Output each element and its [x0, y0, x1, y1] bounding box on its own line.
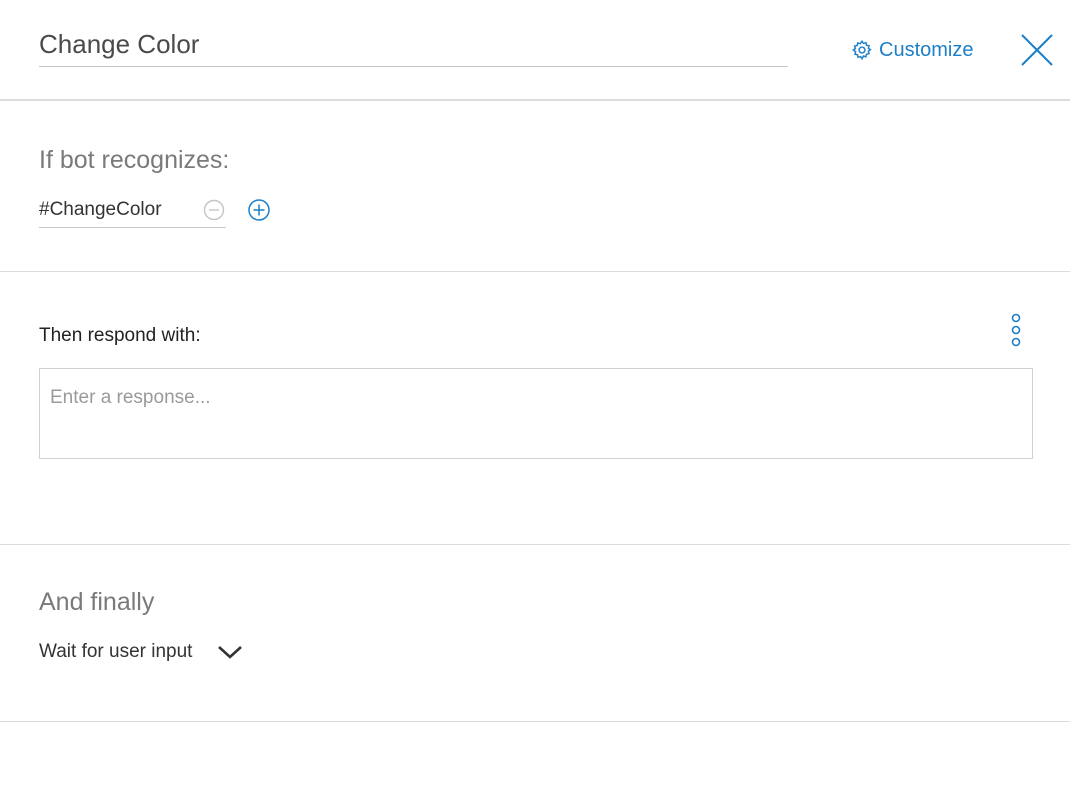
close-icon — [1021, 34, 1053, 66]
response-box — [39, 368, 1033, 459]
plus-circle-icon — [248, 199, 270, 221]
node-title-field — [39, 24, 788, 67]
recognize-heading: If bot recognizes: — [39, 146, 230, 174]
node-header: Customize — [0, 0, 1070, 101]
gear-icon — [851, 39, 873, 61]
more-vertical-icon — [1011, 313, 1021, 347]
remove-condition-button[interactable] — [203, 199, 225, 221]
node-title-input[interactable] — [39, 24, 788, 64]
minus-circle-icon — [203, 199, 225, 221]
respond-label: Then respond with: — [39, 325, 201, 346]
recognize-section: If bot recognizes: — [0, 101, 1070, 272]
finally-section: And finally Wait for user input — [0, 545, 1070, 722]
finally-heading: And finally — [39, 588, 155, 616]
customize-button[interactable]: Customize — [851, 36, 973, 64]
respond-section: Then respond with: — [0, 272, 1070, 545]
response-options-button[interactable] — [1008, 312, 1024, 348]
customize-label: Customize — [879, 38, 974, 61]
condition-input[interactable] — [39, 195, 199, 225]
finally-action-value: Wait for user input — [39, 641, 193, 662]
response-input[interactable] — [40, 369, 1032, 458]
add-condition-button[interactable] — [247, 198, 271, 222]
close-button[interactable] — [1020, 33, 1054, 67]
finally-action-select[interactable]: Wait for user input — [39, 636, 244, 668]
condition-field — [39, 195, 226, 228]
chevron-down-icon — [216, 643, 244, 661]
